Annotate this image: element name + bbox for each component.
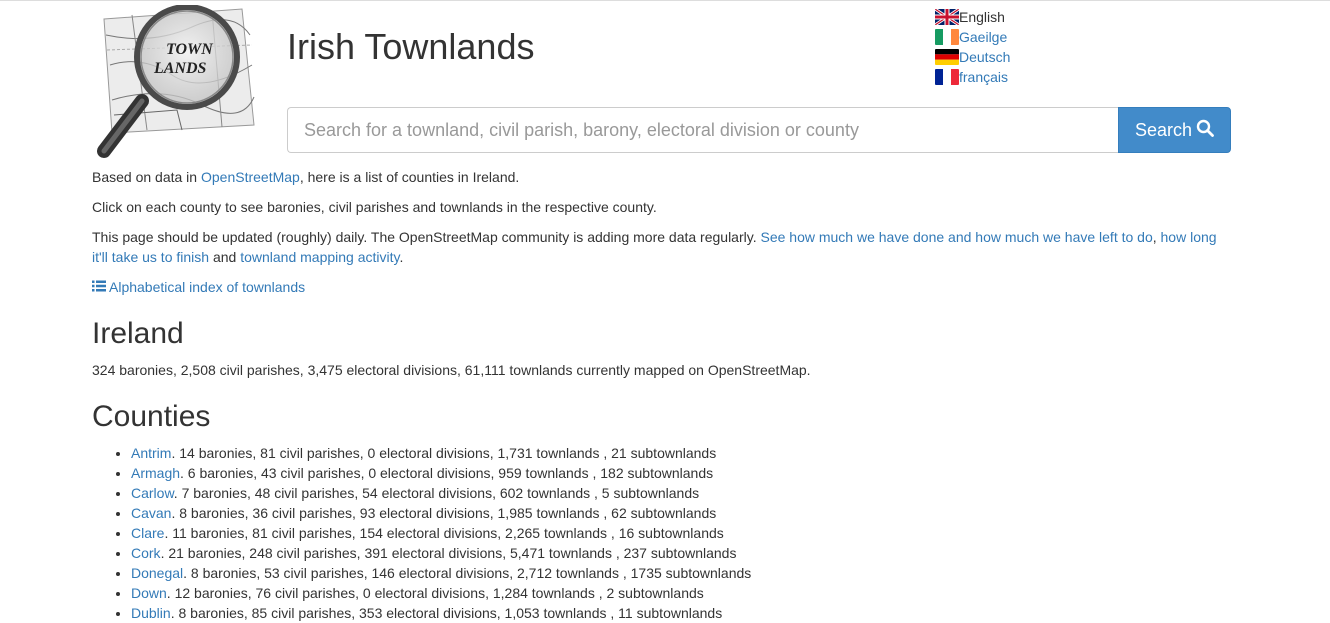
intro-p3-sep2: and (209, 249, 241, 265)
germany-flag-icon (935, 49, 959, 65)
county-list-item: Donegal. 8 baronies, 53 civil parishes, … (131, 563, 1232, 583)
county-stats: 7 baronies, 48 civil parishes, 54 electo… (177, 485, 700, 501)
ireland-summary: 324 baronies, 2,508 civil parishes, 3,47… (92, 362, 811, 378)
county-link[interactable]: Cork (131, 545, 161, 561)
search-icon (1196, 119, 1214, 142)
county-list-item: Armagh. 6 baronies, 43 civil parishes, 0… (131, 463, 1232, 483)
search-button[interactable]: Search (1118, 107, 1231, 153)
mapping-activity-link[interactable]: townland mapping activity (240, 249, 399, 265)
county-list-item: Cavan. 8 baronies, 36 civil parishes, 93… (131, 503, 1232, 523)
county-list-item: Clare. 11 baronies, 81 civil parishes, 1… (131, 523, 1232, 543)
site-title: Irish Townlands (287, 26, 535, 67)
lang-gaeilge-link[interactable]: Gaeilge (959, 27, 1007, 47)
county-link[interactable]: Down (131, 585, 167, 601)
alphabetical-index-link[interactable]: Alphabetical index of townlands (92, 277, 1232, 297)
intro-p3-text: This page should be updated (roughly) da… (92, 229, 761, 245)
county-stats: 21 baronies, 248 civil parishes, 391 ele… (164, 545, 737, 561)
ireland-heading: Ireland (92, 317, 184, 350)
county-stats: 6 baronies, 43 civil parishes, 0 elector… (183, 465, 714, 481)
county-link[interactable]: Antrim (131, 445, 171, 461)
openstreetmap-link[interactable]: OpenStreetMap (201, 169, 300, 185)
county-list-item: Carlow. 7 baronies, 48 civil parishes, 5… (131, 483, 1232, 503)
intro-p3-end: . (399, 249, 404, 265)
search-form: Search (287, 107, 1231, 153)
county-stats: 8 baronies, 36 civil parishes, 93 electo… (175, 505, 717, 521)
progress-link[interactable]: See how much we have done and how much w… (760, 229, 1152, 245)
lang-francais-link[interactable]: français (959, 67, 1008, 87)
intro-p1-suffix: , here is a list of counties in Ireland. (299, 169, 520, 185)
county-list-item: Dublin. 8 baronies, 85 civil parishes, 3… (131, 603, 1232, 623)
search-input[interactable] (287, 107, 1118, 153)
lang-english-label: English (959, 9, 1005, 25)
lang-francais[interactable]: français (935, 67, 1010, 87)
lang-english: English (935, 7, 1010, 27)
county-link[interactable]: Donegal (131, 565, 183, 581)
site-logo[interactable]: TOWN LANDS (92, 4, 262, 161)
county-list-item: Cork. 21 baronies, 248 civil parishes, 3… (131, 543, 1232, 563)
uk-flag-icon (935, 9, 959, 25)
france-flag-icon (935, 69, 959, 85)
county-list: Antrim. 14 baronies, 81 civil parishes, … (92, 443, 1232, 623)
county-stats: 12 baronies, 76 civil parishes, 0 electo… (170, 585, 704, 601)
county-link[interactable]: Carlow (131, 485, 174, 501)
language-selector: English Gaeilge Deutsch français (935, 7, 1010, 87)
county-list-item: Antrim. 14 baronies, 81 civil parishes, … (131, 443, 1232, 463)
search-button-label: Search (1134, 119, 1193, 140)
county-stats: 11 baronies, 81 civil parishes, 154 elec… (168, 525, 724, 541)
alphabetical-index-label: Alphabetical index of townlands (109, 279, 306, 295)
county-link[interactable]: Clare (131, 525, 164, 541)
lang-deutsch[interactable]: Deutsch (935, 47, 1010, 67)
lang-deutsch-link[interactable]: Deutsch (959, 47, 1010, 67)
ireland-flag-icon (935, 29, 959, 45)
intro-paragraph-2: Click on each county to see baronies, ci… (92, 199, 657, 215)
county-link[interactable]: Armagh (131, 465, 180, 481)
intro-paragraph-1: Based on data in OpenStreetMap, here is … (92, 167, 1232, 187)
intro-p1-prefix: Based on data in (92, 169, 201, 185)
county-stats: 8 baronies, 53 civil parishes, 146 elect… (187, 565, 752, 581)
main-content: Based on data in OpenStreetMap, here is … (92, 167, 1232, 623)
svg-text:TOWN: TOWN (166, 41, 214, 58)
lang-gaeilge[interactable]: Gaeilge (935, 27, 1010, 47)
intro-p3-sep1: , (1152, 229, 1161, 245)
intro-paragraph-3: This page should be updated (roughly) da… (92, 227, 1232, 267)
county-link[interactable]: Cavan (131, 505, 171, 521)
counties-heading: Counties (92, 400, 211, 433)
svg-text:LANDS: LANDS (153, 60, 207, 77)
list-icon (92, 277, 106, 297)
county-list-item: Down. 12 baronies, 76 civil parishes, 0 … (131, 583, 1232, 603)
county-stats: 14 baronies, 81 civil parishes, 0 electo… (175, 445, 717, 461)
